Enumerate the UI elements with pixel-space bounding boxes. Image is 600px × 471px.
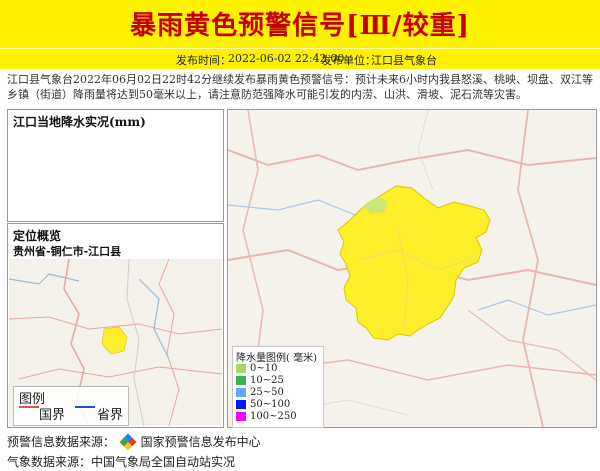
precipitation-legend: 降水量图例( 毫米) 0~10 10~25 25~50 50~100 100~2… [232, 346, 324, 428]
legend-label: 50~100 [250, 399, 291, 410]
location-path: 贵州省-铜仁市-江口县 [13, 245, 122, 258]
weather-source-value: 中国气象局全国自动站实况 [91, 455, 236, 469]
warning-banner: 暴雨黄色预警信号[Ⅲ/较重] [0, 0, 600, 48]
rain-observation-panel: 江口当地降水实况(mm) [7, 109, 224, 222]
overview-legend: 图例 国界 省界 [13, 386, 129, 426]
legend-swatch [236, 400, 246, 409]
weather-source-line: 气象数据来源：中国气象局全国自动站实况 [7, 453, 235, 470]
location-panel-title: 定位概览 [13, 229, 62, 243]
warning-source-label: 预警信息数据来源： [7, 435, 116, 449]
warning-title: 暴雨黄色预警信号[Ⅲ/较重] [130, 11, 470, 41]
precipitation-legend-title: 降水量图例( 毫米) [236, 353, 317, 364]
legend-label: 25~50 [250, 387, 284, 398]
publisher-name: 江口县气象台 [371, 54, 437, 67]
legend-swatch [236, 412, 246, 421]
province-border-swatch [75, 406, 95, 408]
national-border-swatch [19, 406, 39, 408]
warning-source-line: 预警信息数据来源： 国家预警信息发布中心 [7, 433, 261, 451]
warning-source-value: 国家预警信息发布中心 [140, 435, 261, 449]
publish-info-bar: 发布时间： 2022-06-02 22:42:00 发布单位： 江口县气象台 [0, 48, 600, 69]
legend-swatch [236, 376, 246, 385]
warning-description: 江口县气象台2022年06月02日22时42分继续发布暴雨黄色预警信号：预计未来… [7, 73, 593, 101]
publish-time-label: 发布时间： [176, 54, 231, 67]
legend-swatch [236, 388, 246, 397]
national-border-label: 国界 [39, 408, 66, 423]
weather-source-label: 气象数据来源： [7, 455, 92, 469]
legend-label: 0~10 [250, 363, 278, 374]
legend-label: 100~250 [250, 411, 297, 422]
publisher-label: 发布单位： [321, 54, 376, 67]
legend-label: 10~25 [250, 375, 284, 386]
rain-panel-title: 江口当地降水实况(mm) [13, 115, 146, 129]
warning-center-logo-icon [119, 433, 137, 451]
province-border-label: 省界 [97, 408, 124, 423]
legend-swatch [236, 364, 246, 373]
location-overview-panel: 定位概览 贵州省-铜仁市-江口县 图例 国界 省界 [7, 223, 224, 428]
